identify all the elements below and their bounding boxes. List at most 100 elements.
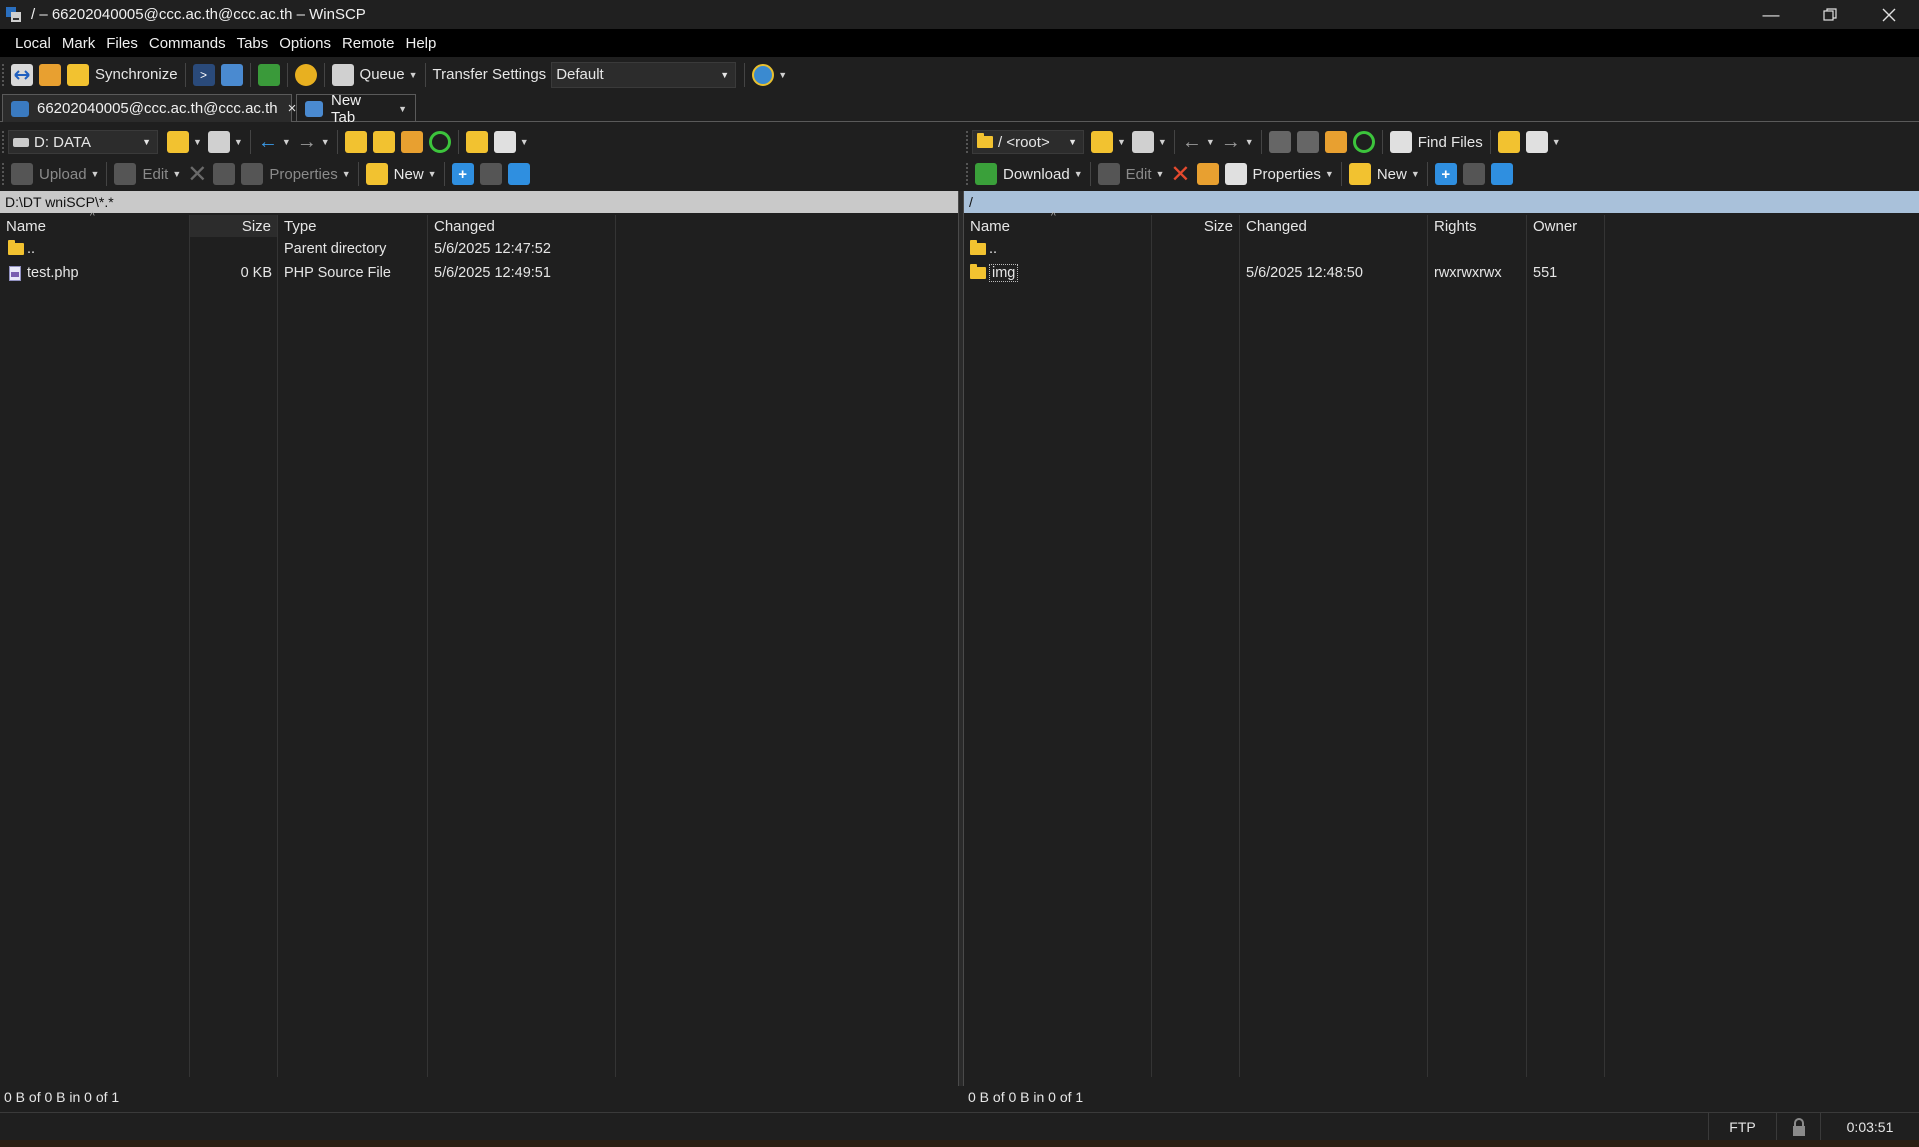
upload-button[interactable]: Upload ▼ [8,160,102,188]
queue-button[interactable]: Queue ▼ [329,61,421,89]
find-files-button[interactable]: Find Files [1387,128,1486,156]
synchronize-button[interactable]: Synchronize [64,61,181,89]
remote-unselect-button[interactable] [1460,160,1488,188]
remote-properties-button[interactable]: Properties ▼ [1222,160,1337,188]
local-select-button[interactable]: + [449,160,477,188]
local-path-bar[interactable]: D:\DT wniSCP\*.* [0,191,958,213]
local-filter-button[interactable]: ▼ [205,128,246,156]
lock-icon[interactable] [1776,1113,1820,1141]
folder-icon [970,264,986,279]
local-col-changed[interactable]: Changed [428,215,616,237]
refresh-icon [257,63,280,86]
toolbar-grip[interactable] [2,63,5,86]
local-row-file[interactable]: test.php 0 KB PHP Source File 5/6/2025 1… [0,261,958,285]
home-icon [400,131,423,153]
local-root-dir-button[interactable] [370,128,398,156]
local-row-parent[interactable]: .. Parent directory 5/6/2025 12:47:52 [0,237,958,261]
remote-refresh-button[interactable] [1350,128,1378,156]
local-col-name[interactable]: Name ^ [0,211,190,237]
close-window-button[interactable] [1859,0,1919,29]
remote-filter-button[interactable]: ▼ [1129,128,1170,156]
transfer-settings-value: Default [556,66,604,83]
refresh-icon [428,131,451,153]
restore-button[interactable] [1800,0,1860,29]
remote-home-button[interactable] [1322,128,1350,156]
remote-tree-button[interactable] [1495,128,1523,156]
open-terminal-button[interactable]: > [190,61,218,89]
minimize-button[interactable]: — [1741,0,1801,29]
local-drive-select[interactable]: D: DATA ▼ [8,130,158,154]
remote-back-button[interactable]: ← ▼ [1179,128,1218,156]
tab-new[interactable]: New Tab ▼ [296,92,416,126]
preferences-button[interactable] [292,61,320,89]
local-back-button[interactable]: ← ▼ [255,128,294,156]
chevron-down-icon: ▼ [142,137,151,147]
remote-col-rights[interactable]: Rights [1428,215,1527,237]
remote-col-size[interactable]: Size [1152,215,1240,237]
menu-remote[interactable]: Remote [341,35,401,52]
global-sync-button[interactable]: ▼ [749,61,790,89]
local-properties-button[interactable]: Properties ▼ [238,160,353,188]
local-col-size[interactable]: Size [190,215,278,237]
local-col-type[interactable]: Type [278,215,428,237]
list-view-icon [1525,131,1548,153]
remote-filter-select-button[interactable] [1488,160,1516,188]
local-column-header: Name ^ Size Type Changed [0,211,958,237]
remote-forward-button[interactable]: → ▼ [1218,128,1257,156]
remote-path-bar[interactable]: / [964,191,1919,213]
menu-options[interactable]: Options [278,35,337,52]
local-new-button[interactable]: New ▼ [363,160,440,188]
remote-open-directory-button[interactable]: ▼ [1088,128,1129,156]
local-open-directory-button[interactable]: ▼ [164,128,205,156]
rename-icon [1196,163,1219,185]
menu-local[interactable]: Local [14,35,57,52]
remote-view-button[interactable]: ▼ [1523,128,1564,156]
local-tree-button[interactable] [463,128,491,156]
local-home-button[interactable] [398,128,426,156]
tab-session[interactable]: 66202040005@ccc.ac.th@ccc.ac.th × [2,94,296,122]
refresh-icon [1352,131,1375,153]
compare-directories-button[interactable] [8,61,36,89]
remote-edit-button[interactable]: Edit ▼ [1095,160,1168,188]
chevron-down-icon: ▼ [778,69,788,80]
local-filter-select-button[interactable] [505,160,533,188]
menu-mark[interactable]: Mark [61,35,101,52]
session-tabs: 66202040005@ccc.ac.th@ccc.ac.th × New Ta… [0,92,1919,126]
local-unselect-button[interactable] [477,160,505,188]
remote-col-owner[interactable]: Owner [1527,215,1605,237]
remote-col-name[interactable]: Name ^ [964,211,1152,237]
refresh-queue-button[interactable] [255,61,283,89]
download-button[interactable]: Download ▼ [972,160,1086,188]
remote-delete-button[interactable]: ✕ [1167,160,1193,188]
local-edit-button[interactable]: Edit ▼ [111,160,184,188]
remote-location-select[interactable]: / <root> ▼ [972,130,1084,154]
local-forward-button[interactable]: → ▼ [294,128,333,156]
local-status: 0 B of 0 B in 0 of 1 [4,1089,120,1105]
synchronize-browsing-button[interactable] [36,61,64,89]
local-view-button[interactable]: ▼ [491,128,532,156]
remote-select-button[interactable]: + [1432,160,1460,188]
open-folder-icon [167,131,189,153]
chevron-down-icon: ▼ [1068,137,1077,147]
local-refresh-button[interactable] [426,128,454,156]
remote-root-dir-button[interactable] [1294,128,1322,156]
menu-tabs[interactable]: Tabs [236,35,275,52]
menu-help[interactable]: Help [405,35,443,52]
chevron-down-icon: ▼ [1073,169,1083,179]
minus-icon [1462,163,1485,185]
remote-new-button[interactable]: New ▼ [1346,160,1423,188]
remote-col-changed[interactable]: Changed [1240,215,1428,237]
putty-icon [220,63,243,86]
remote-row-folder[interactable]: img 5/6/2025 12:48:50 rwxrwxrwx 551 [964,261,1919,285]
putty-button[interactable] [218,61,246,89]
local-parent-dir-button[interactable] [342,128,370,156]
menu-files[interactable]: Files [105,35,144,52]
main-toolbar: Synchronize > Queue ▼ Transfer Settings … [0,57,1919,92]
remote-parent-dir-button[interactable] [1266,128,1294,156]
remote-rename-button[interactable] [1194,160,1222,188]
local-rename-button[interactable] [210,160,238,188]
local-delete-button[interactable]: ✕ [184,160,210,188]
transfer-settings-select[interactable]: Default ▼ [551,61,737,88]
menu-commands[interactable]: Commands [148,35,232,52]
remote-row-parent[interactable]: .. [964,237,1919,261]
